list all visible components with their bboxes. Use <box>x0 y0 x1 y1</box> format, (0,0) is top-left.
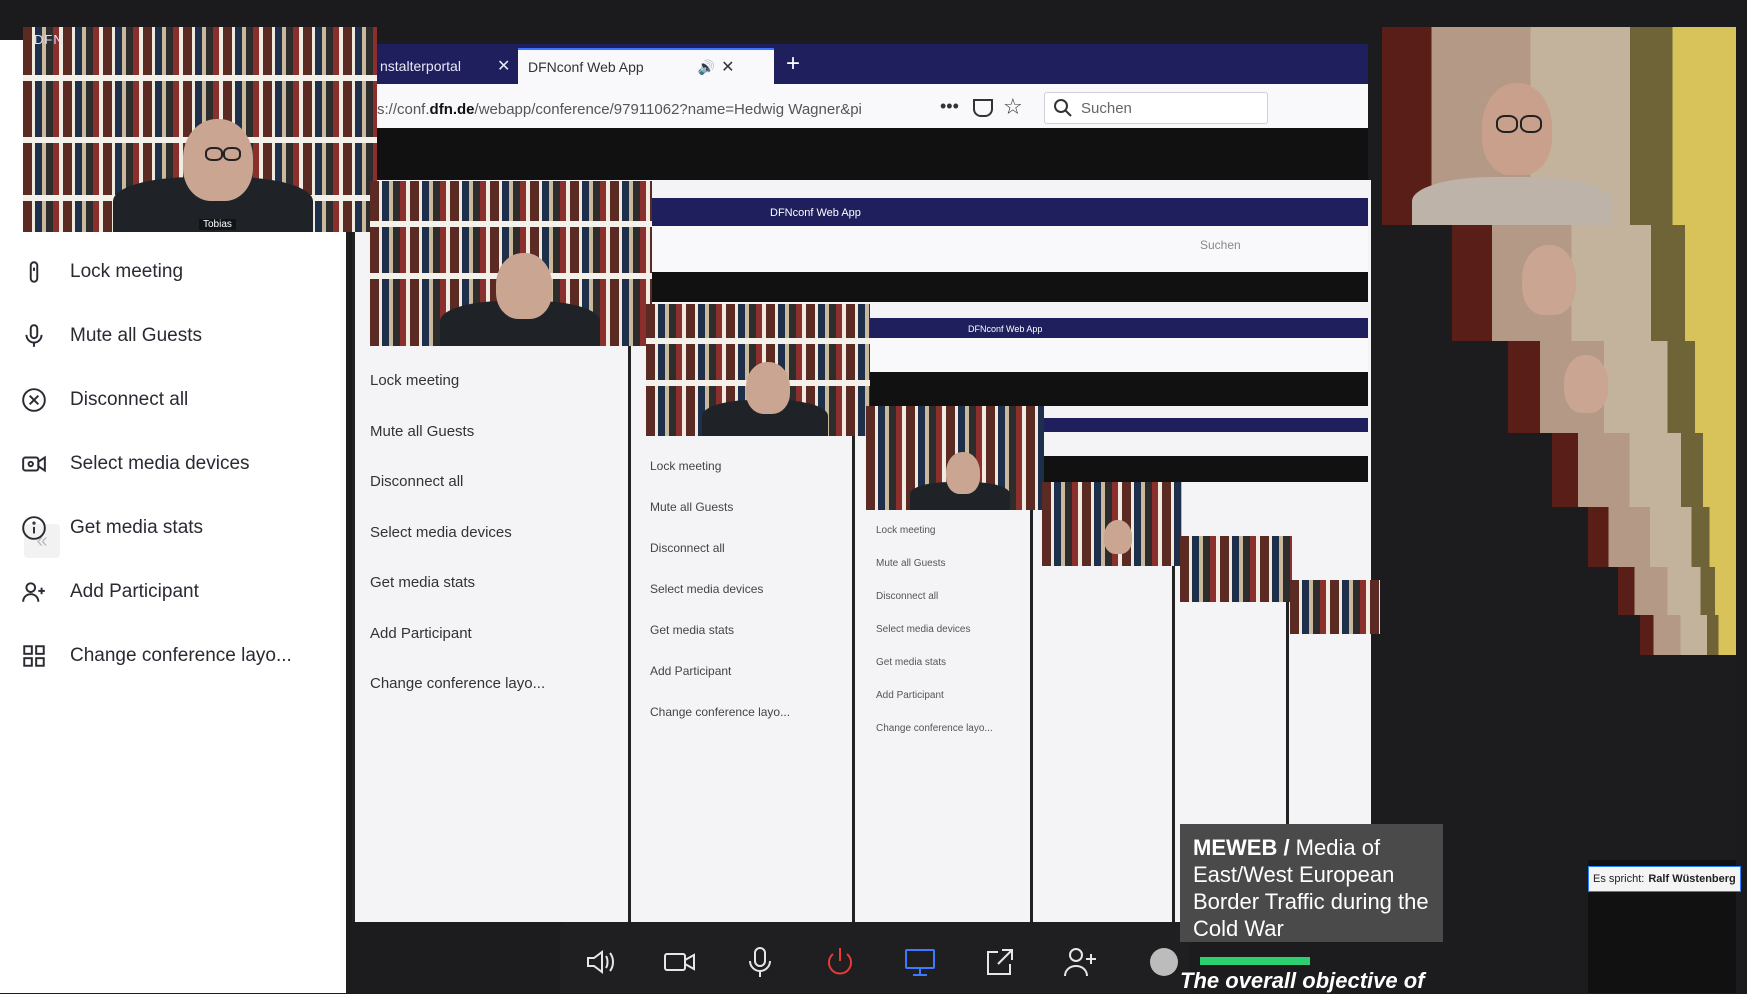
camera-button[interactable] <box>660 942 700 982</box>
select-media-devices-item[interactable]: Select media devices <box>20 432 340 496</box>
speaker-volume-button[interactable] <box>580 942 620 982</box>
tab-label: nstalterportal <box>380 58 461 74</box>
bookmark-star-icon[interactable]: ☆ <box>1003 94 1023 120</box>
info-card: MEWEB / Media of East/West European Bord… <box>1180 824 1443 942</box>
nested-menu-3: Lock meeting Mute all Guests Disconnect … <box>876 525 993 734</box>
power-icon <box>828 948 852 975</box>
menu-label: Mute all Guests <box>70 325 202 346</box>
url-field[interactable]: s://conf.dfn.de/webapp/conference/979110… <box>377 101 862 118</box>
change-layout-item[interactable]: Change conference layo... <box>20 624 340 688</box>
hangup-button[interactable] <box>820 942 860 982</box>
webcam-participant-mirror <box>1640 615 1736 655</box>
lock-icon <box>20 258 48 286</box>
active-speaker-badge: Es spricht: Ralf Wüstenberg <box>1588 866 1741 892</box>
microphone-icon <box>749 947 771 977</box>
info-card-subtitle: The overall objective of <box>1180 968 1425 993</box>
nested-dark-3 <box>1044 456 1368 482</box>
microphone-icon <box>20 322 48 350</box>
more-icon[interactable]: ••• <box>940 96 959 117</box>
nested-menu-2: Lock meeting Mute all Guests Disconnect … <box>650 459 791 719</box>
info-card-title: MEWEB / <box>1193 835 1290 860</box>
brand-logo: DFN <box>34 32 64 47</box>
webcam-tobias-mirror <box>866 406 1044 510</box>
nested-url-bar-1 <box>652 226 1368 272</box>
tab-webapp[interactable]: DFNconf Web App 🔊 ✕ <box>518 48 774 84</box>
webcam-participant-mirror <box>1552 433 1736 507</box>
lock-meeting-item[interactable]: Lock meeting <box>20 240 340 304</box>
nested-dark-2 <box>870 372 1368 406</box>
menu-label: Get media stats <box>70 517 204 538</box>
search-icon <box>1054 99 1072 117</box>
grid-icon <box>20 642 48 670</box>
microphone-button[interactable] <box>740 942 780 982</box>
right-edge <box>1736 40 1747 993</box>
webcam-tobias-mirror <box>1042 482 1182 566</box>
webcam-participant-mirror <box>1452 225 1736 341</box>
nested-menu-1: Lock meeting Mute all Guests Disconnect … <box>370 372 546 692</box>
nested-tab-bar-1 <box>652 198 1368 226</box>
close-icon[interactable]: ✕ <box>497 56 510 76</box>
audio-level-bar <box>1200 957 1310 965</box>
camera-icon <box>664 953 695 971</box>
menu-label: Select media devices <box>70 453 250 474</box>
get-media-stats-item[interactable]: Get media stats <box>20 496 340 560</box>
new-tab-icon[interactable]: + <box>786 50 800 78</box>
add-user-icon <box>20 578 48 606</box>
nested-search: Suchen <box>1200 238 1241 252</box>
nested-tab-bar-2 <box>870 318 1368 338</box>
webcam-tobias: Tobias <box>23 27 377 232</box>
webcam-participant-mirror <box>1508 341 1736 433</box>
nested-tab-bar-3 <box>1044 418 1368 432</box>
info-icon <box>20 514 48 542</box>
close-circle-icon <box>20 386 48 414</box>
nested-tab-label: DFNconf Web App <box>770 207 861 219</box>
add-user-icon <box>1064 948 1096 977</box>
mute-all-guests-item[interactable]: Mute all Guests <box>20 304 340 368</box>
nested-dark-strip <box>346 128 1368 180</box>
tab-label: DFNconf Web App <box>528 59 644 75</box>
monitor-icon <box>905 949 935 976</box>
pocket-icon[interactable] <box>973 99 993 117</box>
webcam-tobias-mirror <box>370 181 652 346</box>
speaker-icon: 🔊 <box>697 58 716 75</box>
external-link-icon <box>987 949 1013 975</box>
webcam-tobias-mirror <box>1180 536 1292 602</box>
nested-tab-label: DFNconf Web App <box>968 324 1043 334</box>
disconnect-all-item[interactable]: Disconnect all <box>20 368 340 432</box>
search-input[interactable]: Suchen <box>1044 92 1268 124</box>
menu-label: Add Participant <box>70 581 199 602</box>
webcam-participant <box>1382 27 1736 225</box>
webcam-tobias-mirror <box>1290 580 1380 634</box>
nested-dark-1 <box>652 272 1368 302</box>
add-participant-item[interactable]: Add Participant <box>20 560 340 624</box>
camera-settings-icon <box>20 450 48 478</box>
nested-url-bar-2 <box>870 338 1368 372</box>
close-icon[interactable]: ✕ <box>721 57 734 77</box>
webcam-participant-mirror <box>1588 507 1736 567</box>
webcam-participant-mirror <box>1618 567 1736 615</box>
screen-share-button[interactable] <box>900 942 940 982</box>
cam-label: Tobias <box>199 219 236 230</box>
tab-portal[interactable]: nstalterportal ✕ <box>380 48 510 84</box>
popout-button[interactable] <box>980 942 1020 982</box>
menu-label: Lock meeting <box>70 261 184 282</box>
sidebar-menu: Lock meeting Mute all Guests Disconnect … <box>20 240 340 688</box>
volume-slider-handle[interactable] <box>1150 948 1178 976</box>
menu-label: Change conference layo... <box>70 645 292 666</box>
menu-label: Disconnect all <box>70 389 189 410</box>
speaker-icon <box>587 950 614 974</box>
add-participant-button[interactable] <box>1060 942 1100 982</box>
webcam-tobias-mirror <box>646 304 870 436</box>
